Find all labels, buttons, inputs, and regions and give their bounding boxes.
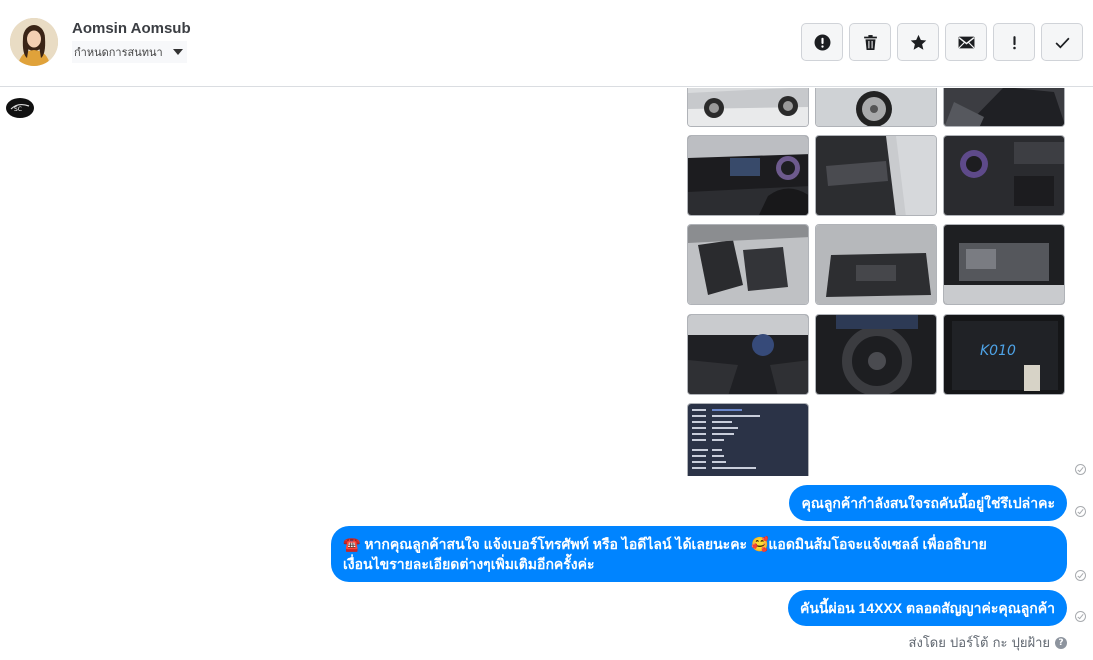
sent-by-label: ส่งโดย ปอร์โต้ กะ ปุยฝ้าย ?	[909, 632, 1067, 653]
photo-engine-bay[interactable]	[943, 224, 1065, 305]
mark-unread-button[interactable]	[945, 23, 987, 61]
read-receipt-icon	[1075, 506, 1086, 517]
message-bubble[interactable]: คันนี้ผ่อน 14XXX ตลอดสัญญาค่ะคุณลูกค้า	[787, 590, 1067, 626]
photo-cabin-wide[interactable]	[687, 314, 809, 395]
message-text: คุณลูกค้ากำลังสนใจรถคันนี้อยู่ใช่รึเปล่า…	[801, 495, 1055, 511]
star-icon	[910, 34, 926, 50]
follow-up-button[interactable]	[993, 23, 1035, 61]
photo-steering-wheel[interactable]	[815, 314, 937, 395]
photo-gallery: K010	[687, 88, 1067, 476]
photo-rear-seats[interactable]	[815, 224, 937, 305]
delete-button[interactable]	[849, 23, 891, 61]
star-button[interactable]	[897, 23, 939, 61]
photo-spec-sheet[interactable]	[687, 403, 809, 476]
photo-front-seats[interactable]	[687, 224, 809, 305]
assign-conversation-label: กำหนดการสนทนา	[74, 46, 163, 59]
check-icon	[1055, 37, 1069, 49]
help-icon[interactable]: ?	[1055, 636, 1067, 649]
envelope-icon	[958, 36, 974, 48]
exclamation-icon	[1012, 35, 1016, 49]
mark-done-button[interactable]	[1041, 23, 1083, 61]
photo-door-panel[interactable]	[815, 135, 937, 216]
message-bubble[interactable]: คุณลูกค้ากำลังสนใจรถคันนี้อยู่ใช่รึเปล่า…	[789, 485, 1067, 521]
trash-icon	[863, 34, 877, 50]
photo-dashboard-left[interactable]	[687, 135, 809, 216]
photo-car-wheel[interactable]	[815, 88, 937, 127]
message-bubble[interactable]: ☎️ หากคุณลูกค้าสนใจ แจ้งเบอร์โทรศัพท์ หร…	[331, 526, 1067, 582]
svg-text:SC: SC	[14, 106, 22, 113]
message-text: คันนี้ผ่อน 14XXX ตลอดสัญญาค่ะคุณลูกค้า	[799, 600, 1055, 616]
conversation-header: Aomsin Aomsub กำหนดการสนทนา	[0, 0, 1093, 87]
photo-car-interior-rear[interactable]	[943, 88, 1065, 127]
assign-conversation-dropdown[interactable]: กำหนดการสนทนา	[72, 41, 187, 63]
photo-stock-tag[interactable]: K010	[943, 314, 1065, 395]
read-receipt-icon	[1075, 570, 1086, 581]
read-receipt-icon	[1075, 611, 1086, 622]
message-text-line: เงื่อนไขรายละเอียดต่างๆเพิ่มเติมอีกครั้ง…	[343, 556, 595, 572]
sent-by-text: ส่งโดย ปอร์โต้ กะ ปุยฝ้าย	[908, 636, 1050, 651]
spam-button[interactable]	[801, 23, 843, 61]
page-logo: SC	[6, 98, 34, 118]
message-text-line: ☎️ หากคุณลูกค้าสนใจ แจ้งเบอร์โทรศัพท์ หร…	[343, 536, 987, 552]
caret-down-icon	[172, 49, 183, 55]
photo-car-exterior-side[interactable]	[687, 88, 809, 127]
contact-name[interactable]: Aomsin Aomsub	[72, 20, 191, 37]
read-receipt-icon	[1075, 464, 1086, 475]
conversation-toolbar	[801, 23, 1083, 61]
alert-circle-icon	[814, 34, 830, 50]
photo-steering-closeup[interactable]	[943, 135, 1065, 216]
stock-tag-text: K010	[980, 343, 1016, 359]
contact-avatar[interactable]	[10, 18, 58, 66]
